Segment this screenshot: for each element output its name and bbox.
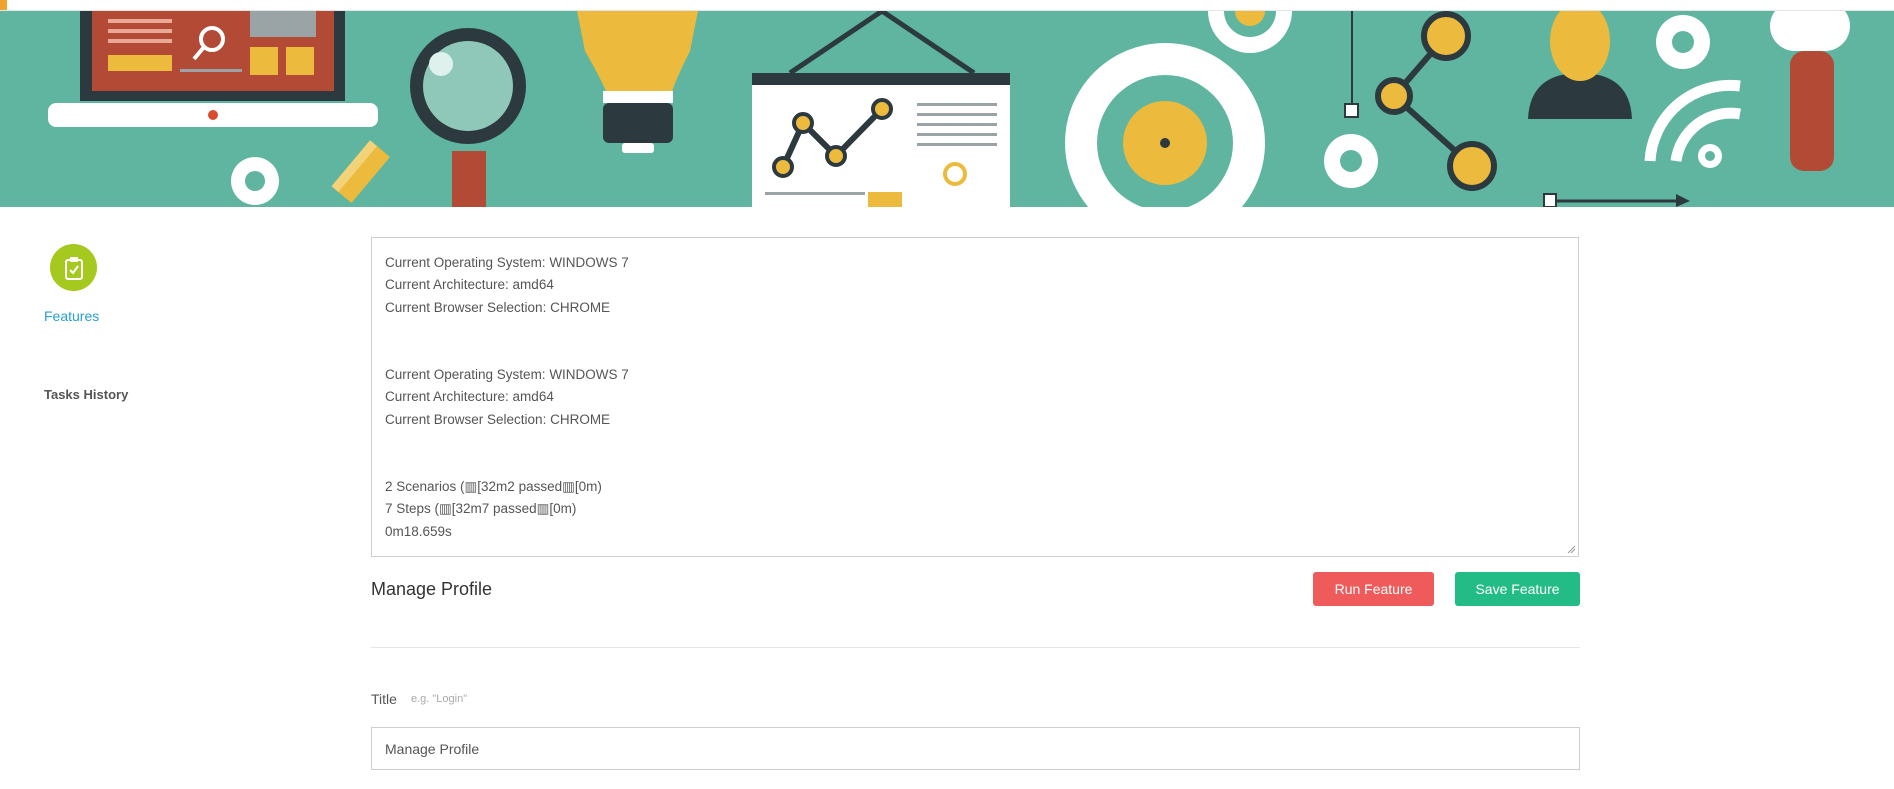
- title-field-label: Title: [371, 691, 397, 707]
- console-line: Current Browser Selection: CHROME: [385, 411, 611, 427]
- resize-handle-icon[interactable]: [1567, 545, 1575, 553]
- console-line: 2 Scenarios (▥[32m2 passed▥[0m): [385, 479, 602, 494]
- run-feature-button[interactable]: Run Feature: [1313, 572, 1434, 606]
- console-line: 0m18.659s: [385, 523, 452, 539]
- title-input[interactable]: [371, 727, 1580, 770]
- laptop-icon: [48, 11, 378, 127]
- title-field-hint: e.g. "Login": [411, 693, 468, 705]
- sidebar-item-features[interactable]: Features: [44, 308, 99, 324]
- save-feature-button[interactable]: Save Feature: [1455, 572, 1580, 606]
- console-line: Current Architecture: amd64: [385, 277, 554, 293]
- console-line: 7 Steps (▥[32m7 passed▥[0m): [385, 501, 577, 517]
- console-line: Current Browser Selection: CHROME: [385, 299, 611, 315]
- gear-icon: [1324, 134, 1378, 188]
- top-bar: [0, 0, 1894, 11]
- clipboard-check-icon: [64, 256, 83, 280]
- sidebar-item-tasks-history[interactable]: Tasks History: [44, 387, 128, 402]
- section-title: Manage Profile: [371, 579, 493, 599]
- top-accent: [0, 0, 7, 10]
- console-output[interactable]: Current Operating System: WINDOWS 7 Curr…: [371, 237, 1579, 557]
- header-banner: [0, 11, 1894, 207]
- gear-icon: [231, 157, 279, 205]
- console-line: Current Operating System: WINDOWS 7: [385, 367, 629, 382]
- gear-icon: [1656, 15, 1710, 69]
- divider: [371, 647, 1580, 648]
- console-line: Current Operating System: WINDOWS 7: [385, 255, 629, 270]
- banner-illustration: [0, 11, 1894, 207]
- features-nav-icon[interactable]: [50, 244, 97, 291]
- console-line: Current Architecture: amd64: [385, 389, 554, 405]
